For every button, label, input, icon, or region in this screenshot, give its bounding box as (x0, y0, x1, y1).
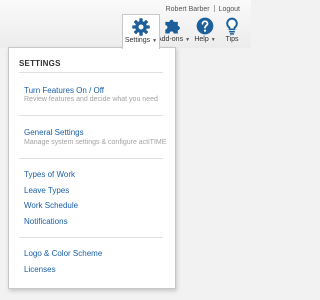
user-links: Robert Barber Logout (166, 5, 240, 13)
caret-down-icon: ▼ (152, 38, 158, 44)
lightbulb-icon (226, 17, 238, 35)
gear-icon (132, 18, 150, 36)
logo-color-scheme-link[interactable]: Logo & Color Scheme (24, 249, 102, 258)
addons-menu-button[interactable]: Add-ons ▼ (157, 14, 191, 48)
notifications-link[interactable]: Notifications (24, 217, 68, 226)
settings-label: Settings (124, 37, 151, 44)
work-schedule-link[interactable]: Work Schedule (24, 201, 78, 210)
general-settings-link[interactable]: General Settings (24, 128, 84, 137)
divider (19, 72, 163, 73)
divider (19, 158, 163, 159)
help-label: Help (194, 36, 209, 43)
tips-button[interactable]: Tips (220, 14, 244, 48)
tips-label: Tips (225, 36, 239, 43)
settings-dropdown: SETTINGS Turn Features On / Off Review f… (8, 47, 176, 289)
general-settings-description: Manage system settings & configure actiT… (24, 139, 167, 146)
types-of-work-link[interactable]: Types of Work (24, 170, 75, 179)
help-menu-button[interactable]: Help ▼ (193, 14, 217, 48)
addons-label: Add-ons (157, 36, 184, 43)
divider (19, 237, 163, 238)
logout-link[interactable]: Logout (219, 6, 240, 13)
divider (19, 115, 163, 116)
turn-features-description: Review features and decide what you need (24, 96, 158, 103)
user-name-link[interactable]: Robert Barber (166, 6, 210, 13)
licenses-link[interactable]: Licenses (24, 265, 56, 274)
separator (213, 5, 215, 12)
dropdown-title: SETTINGS (19, 59, 61, 68)
help-icon (196, 17, 214, 35)
settings-menu-button[interactable]: Settings ▼ (122, 14, 160, 49)
leave-types-link[interactable]: Leave Types (24, 186, 69, 195)
caret-down-icon: ▼ (185, 37, 191, 43)
puzzle-icon (165, 19, 180, 34)
caret-down-icon: ▼ (210, 37, 216, 43)
turn-features-link[interactable]: Turn Features On / Off (24, 86, 104, 95)
